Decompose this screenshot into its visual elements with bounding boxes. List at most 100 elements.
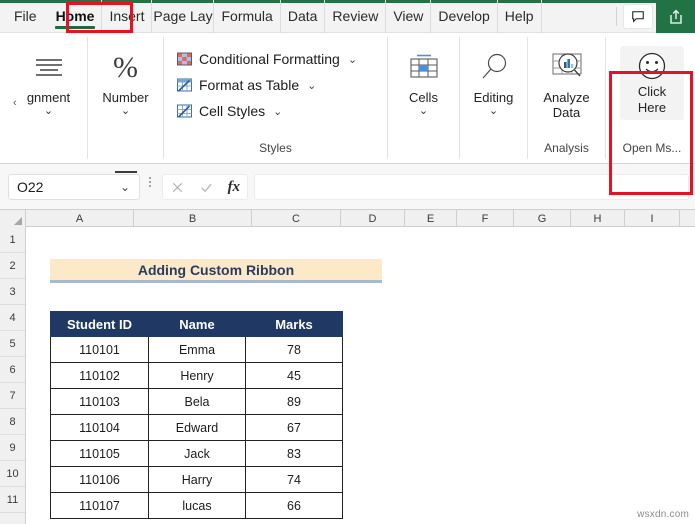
table-cell[interactable]: 83	[245, 440, 343, 467]
sheet-title-cell[interactable]: Adding Custom Ribbon	[50, 259, 382, 283]
table-cell[interactable]: 110106	[50, 466, 149, 493]
cancel-icon[interactable]	[170, 180, 185, 195]
table-row: 110107 lucas 66	[50, 492, 343, 519]
table-cell[interactable]: Jack	[148, 440, 246, 467]
table-cell[interactable]: 110102	[50, 362, 149, 389]
percent-icon: %	[113, 51, 138, 84]
tab-data[interactable]: Data	[281, 0, 326, 33]
ribbon: ‹ gnment ⌄ % Number ⌄ Conditional Format…	[0, 33, 695, 195]
table-cell[interactable]: Edward	[148, 414, 246, 441]
name-box[interactable]: O22 ⌄	[8, 171, 140, 200]
row-header-5[interactable]: 5	[0, 331, 25, 357]
chevron-down-icon[interactable]: ⌄	[419, 106, 428, 117]
student-marks-table: Student ID Name Marks 110101 Emma 78 110102…	[50, 311, 343, 519]
table-cell[interactable]: 66	[245, 492, 343, 519]
number-button[interactable]: % Number ⌄	[102, 37, 148, 159]
styles-item-conditional-formatting[interactable]: Conditional Formatting ⌄	[172, 46, 357, 72]
table-cell[interactable]: 74	[245, 466, 343, 493]
table-cell[interactable]: 45	[245, 362, 343, 389]
select-all-corner[interactable]	[0, 210, 26, 227]
cells-icon	[406, 49, 442, 87]
styles-item-label: Conditional Formatting	[199, 51, 340, 67]
row-header-1[interactable]: 1	[0, 227, 25, 253]
column-header-B[interactable]: B	[134, 210, 252, 227]
tab-home[interactable]: Home	[49, 0, 103, 33]
tab-review[interactable]: Review	[325, 0, 387, 33]
table-row: 110105 Jack 83	[50, 440, 343, 467]
styles-item-cell-styles[interactable]: Cell Styles ⌄	[172, 98, 357, 124]
comments-button[interactable]	[623, 4, 653, 29]
chevron-down-icon[interactable]: ⌄	[489, 106, 498, 117]
smiley-icon	[636, 50, 668, 84]
table-cell[interactable]: Emma	[148, 336, 246, 363]
editing-button[interactable]: Editing ⌄	[474, 37, 513, 159]
chevron-down-icon[interactable]: ⌄	[120, 180, 139, 194]
table-cell[interactable]: 89	[245, 388, 343, 415]
cell-styles-icon	[176, 103, 193, 119]
analyze-line-2: Data	[552, 105, 581, 120]
row-header-11[interactable]: 11	[0, 487, 25, 513]
table-cell[interactable]: 110103	[50, 388, 149, 415]
click-here-button[interactable]: Click Here	[620, 46, 684, 120]
styles-item-format-as-table[interactable]: Format as Table ⌄	[172, 72, 357, 98]
column-header-D[interactable]: D	[341, 210, 405, 227]
column-header-E[interactable]: E	[405, 210, 457, 227]
row-header-9[interactable]: 9	[0, 435, 25, 461]
row-header-4[interactable]: 4	[0, 305, 25, 331]
confirm-icon[interactable]	[199, 180, 214, 195]
chevron-down-icon[interactable]: ⌄	[273, 105, 282, 118]
column-header-I[interactable]: I	[625, 210, 680, 227]
tab-formula[interactable]: Formula	[214, 0, 281, 33]
styles-item-label: Cell Styles	[199, 103, 266, 119]
row-header-7[interactable]: 7	[0, 383, 25, 409]
column-header-F[interactable]: F	[457, 210, 514, 227]
table-cell[interactable]: lucas	[148, 492, 246, 519]
share-button[interactable]	[656, 0, 695, 33]
table-cell[interactable]: 78	[245, 336, 343, 363]
row-header-8[interactable]: 8	[0, 409, 25, 435]
sheet-cells-area[interactable]: Adding Custom Ribbon Student ID Name Mar…	[26, 227, 695, 524]
column-header-G[interactable]: G	[514, 210, 571, 227]
tab-help[interactable]: Help	[498, 0, 542, 33]
table-cell[interactable]: 110105	[50, 440, 149, 467]
click-here-line-1: Click	[637, 84, 667, 99]
table-cell[interactable]: 110101	[50, 336, 149, 363]
table-header-name: Name	[148, 311, 246, 337]
row-header-3[interactable]: 3	[0, 279, 25, 305]
table-cell[interactable]: Henry	[148, 362, 246, 389]
table-cell[interactable]: Bela	[148, 388, 246, 415]
column-header-A[interactable]: A	[26, 210, 134, 227]
alignment-button[interactable]: gnment ⌄	[27, 37, 70, 159]
ribbon-group-cells: Cells ⌄	[388, 37, 460, 159]
tab-insert[interactable]: Insert	[102, 0, 153, 33]
table-row: 110103 Bela 89	[50, 388, 343, 415]
row-header-2[interactable]: 2	[0, 253, 25, 279]
table-cell[interactable]: 67	[245, 414, 343, 441]
row-header-6[interactable]: 6	[0, 357, 25, 383]
column-header-H[interactable]: H	[571, 210, 625, 227]
formula-bar-grip[interactable]	[148, 177, 152, 187]
formula-bar: O22 ⌄ fx	[0, 164, 695, 210]
styles-group-label: Styles	[259, 141, 292, 155]
click-here-line-2: Here	[637, 100, 667, 115]
column-header-C[interactable]: C	[252, 210, 341, 227]
row-header-10[interactable]: 10	[0, 461, 25, 487]
tab-file[interactable]: File	[0, 0, 49, 33]
table-cell[interactable]: Harry	[148, 466, 246, 493]
click-here-label: Click Here	[638, 84, 666, 116]
cells-label: Cells	[409, 90, 438, 105]
table-cell[interactable]: 110107	[50, 492, 149, 519]
fx-icon[interactable]: fx	[228, 179, 241, 196]
chevron-down-icon[interactable]: ⌄	[121, 106, 130, 117]
chevron-down-icon[interactable]: ⌄	[307, 79, 316, 92]
formula-input[interactable]	[254, 174, 689, 200]
tab-view[interactable]: View	[386, 0, 432, 33]
tab-page-lay[interactable]: Page Lay	[152, 0, 215, 33]
cells-button[interactable]: Cells ⌄	[406, 37, 442, 159]
chevron-down-icon[interactable]: ⌄	[44, 106, 53, 117]
chevron-left-icon[interactable]: ‹	[13, 97, 17, 109]
excel-window: File Home Insert Page Lay Formula Data Review V…	[0, 0, 695, 524]
chevron-down-icon[interactable]: ⌄	[348, 53, 357, 66]
tab-develop[interactable]: Develop	[431, 0, 498, 33]
table-cell[interactable]: 110104	[50, 414, 149, 441]
